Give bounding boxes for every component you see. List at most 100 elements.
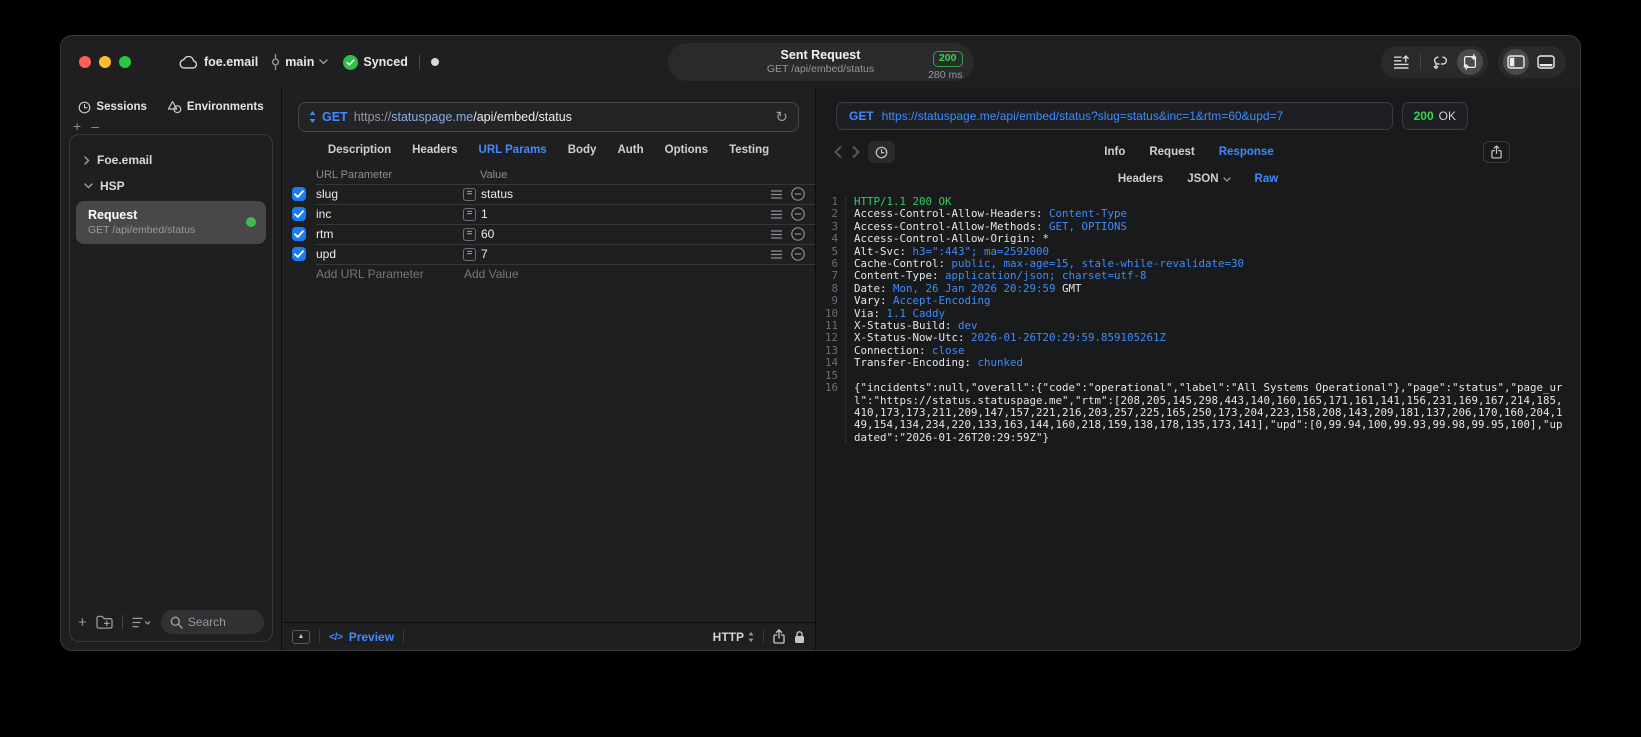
add-value-field[interactable]: Add Value [463,267,519,281]
tab-request[interactable]: Request [1149,146,1194,158]
add-param-row: Add URL Parameter Add Value [282,264,815,284]
tree-item-hsp[interactable]: HSP [70,173,272,199]
param-value[interactable]: 1 [481,207,488,221]
url-scheme: https:// [353,110,392,124]
sort-filter-button[interactable] [132,617,152,628]
subtab-headers[interactable]: Headers [1118,173,1163,185]
chevron-down-icon [319,59,329,65]
history-controls [832,141,895,163]
chevron-down-icon [1222,173,1231,185]
search-field[interactable] [160,610,264,634]
line-number: 7 [816,270,846,283]
branch-selector[interactable]: main [271,54,329,70]
tab-auth[interactable]: Auth [617,144,643,156]
history-button[interactable] [868,141,895,163]
main-content: Sessions Environments + – Foe.email HSP … [61,88,1580,650]
drag-handle-icon[interactable] [771,229,782,239]
remove-param-button[interactable] [791,187,805,201]
request-response-button[interactable] [1457,49,1483,75]
minimize-window-button[interactable] [99,56,111,68]
param-name[interactable]: rtm [316,227,463,241]
tab-headers[interactable]: Headers [412,144,457,156]
clock-icon [78,101,91,114]
request-pane: GET https://statuspage.me/api/embed/stat… [282,88,816,650]
protocol-selector[interactable]: HTTP [713,630,754,644]
subtab-label: Raw [1254,173,1279,185]
param-name[interactable]: inc [316,207,463,221]
lock-icon [794,630,805,644]
share-request-button[interactable] [773,629,785,644]
tree-item-foe-email[interactable]: Foe.email [70,147,272,173]
sent-request-pill[interactable]: Sent Request GET /api/embed/status 200 2… [667,43,974,81]
response-nav: Info Request Response [832,141,1510,163]
collapse-panel-button[interactable]: ▲ [292,629,310,644]
toggle-bottom-panel-button[interactable] [1531,49,1561,75]
param-name[interactable]: slug [316,187,463,201]
tab-sessions[interactable]: Sessions [78,100,147,114]
project-name[interactable]: foe.email [204,55,258,69]
tab-info[interactable]: Info [1104,146,1125,158]
params-table-header: URL Parameter Value [282,166,815,184]
tab-description[interactable]: Description [328,144,391,156]
preview-button[interactable]: </> Preview [329,630,394,644]
search-input[interactable] [187,615,255,629]
request-name: Request [88,208,138,222]
toggle-sidebar-button[interactable] [1503,49,1529,75]
tab-testing[interactable]: Testing [729,144,769,156]
add-url-parameter-field[interactable]: Add URL Parameter [316,267,463,281]
param-value[interactable]: status [481,187,513,201]
chevron-down-icon [84,183,93,189]
equals-icon: = [463,207,476,221]
remove-param-button[interactable] [791,247,805,261]
url-host: statuspage.me [391,110,474,124]
request-item-selected[interactable]: Request GET /api/embed/status [76,201,266,244]
method-stepper-icon[interactable] [309,111,316,123]
param-checkbox-slug[interactable] [292,187,306,201]
param-checkbox-upd[interactable] [292,247,306,261]
window-controls [79,56,131,68]
remove-param-button[interactable] [791,227,805,241]
drag-handle-icon[interactable] [771,209,782,219]
request-item-text: Request GET /api/embed/status [88,208,195,236]
sidebar-tabs: Sessions Environments [61,88,281,114]
request-url[interactable]: https://statuspage.me/api/embed/status [354,110,572,124]
tab-response[interactable]: Response [1219,146,1274,158]
response-url-display[interactable]: GET https://statuspage.me/api/embed/stat… [836,102,1393,130]
tab-body[interactable]: Body [568,144,597,156]
request-tree: Foe.email HSP Request GET /api/embed/sta [70,135,272,244]
request-method[interactable]: GET [322,110,348,124]
sync-loop-button[interactable] [1425,49,1455,75]
new-folder-button[interactable] [96,615,113,629]
remove-param-button[interactable] [791,207,805,221]
request-url-bar[interactable]: GET https://statuspage.me/api/embed/stat… [298,102,799,132]
equals-icon: = [463,247,476,261]
export-response-button[interactable] [1483,141,1510,163]
tab-environments[interactable]: Environments [167,100,264,114]
remove-session-button[interactable]: – [91,118,99,134]
param-value[interactable]: 7 [481,247,488,261]
toolbar-separator [1420,54,1421,70]
sync-status[interactable]: Synced [343,54,408,70]
sidebar-footer: + [78,610,264,634]
resend-request-button[interactable]: ↻ [775,110,788,125]
subtab-raw[interactable]: Raw [1255,173,1279,185]
tab-url-params[interactable]: URL Params [479,144,547,156]
param-checkbox-rtm[interactable] [292,227,306,241]
scroll-to-top-button[interactable] [1386,49,1416,75]
tree-item-label: Foe.email [97,153,153,167]
subtab-json[interactable]: JSON [1187,173,1231,185]
param-value[interactable]: 60 [481,227,494,241]
drag-handle-icon[interactable] [771,249,782,259]
code-icon: </> [329,630,343,643]
zoom-window-button[interactable] [119,56,131,68]
param-checkbox-inc[interactable] [292,207,306,221]
previous-response-button[interactable] [832,146,844,158]
next-response-button[interactable] [850,146,862,158]
drag-handle-icon[interactable] [771,189,782,199]
param-name[interactable]: upd [316,247,463,261]
add-session-button[interactable]: + [73,118,81,134]
new-request-button[interactable]: + [78,614,87,631]
tab-options[interactable]: Options [665,144,708,156]
response-body[interactable]: 1 HTTP/1.1 200 OK 2 Access-Control-Allow-He… [816,196,1580,650]
close-window-button[interactable] [79,56,91,68]
